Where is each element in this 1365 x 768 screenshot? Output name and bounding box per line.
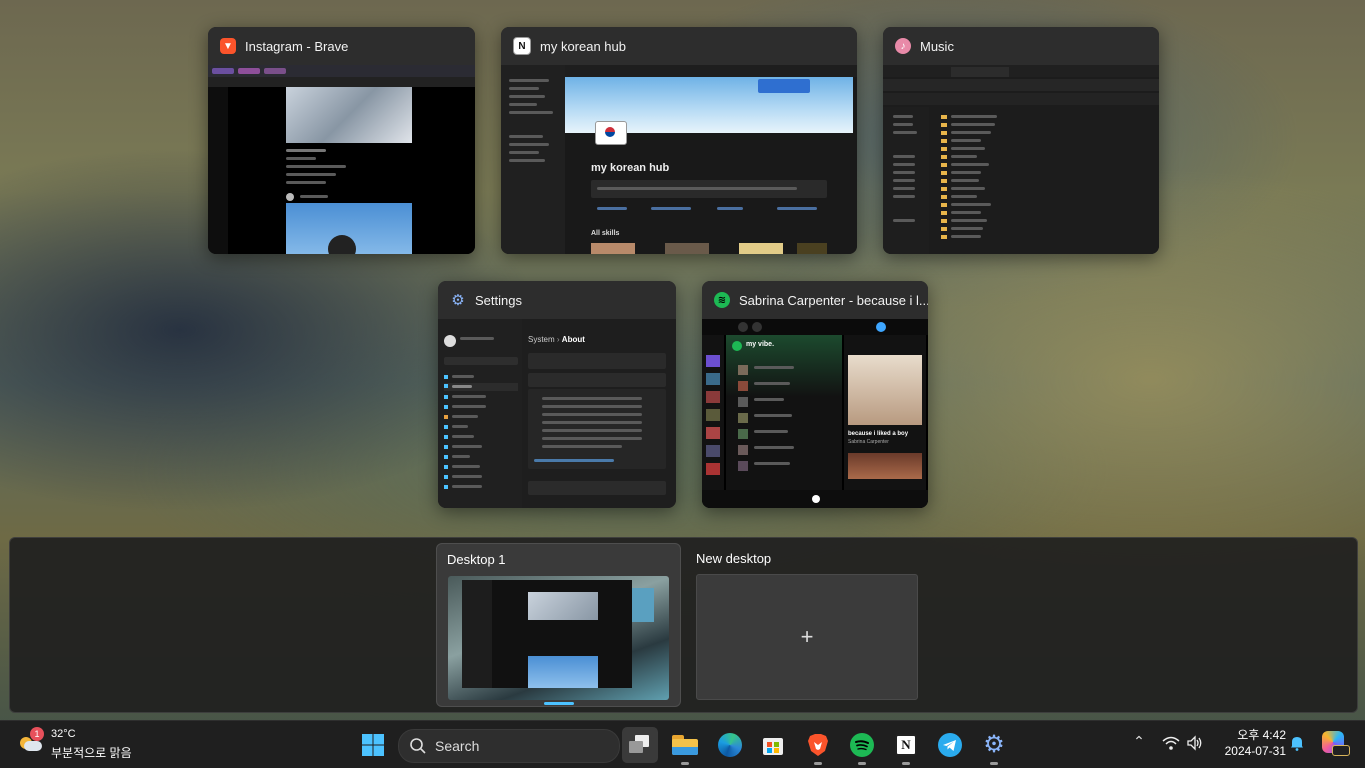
folder-icon bbox=[672, 735, 698, 755]
notion-section-label: All skills bbox=[591, 230, 620, 237]
taskbar-notion[interactable]: N bbox=[888, 727, 924, 765]
window-thumbnail bbox=[883, 65, 1159, 254]
settings-breadcrumb-current: About bbox=[561, 335, 585, 344]
copilot-button[interactable] bbox=[1322, 731, 1350, 757]
window-title: Music bbox=[920, 38, 954, 54]
desktop-1-card[interactable]: Desktop 1 bbox=[436, 543, 681, 707]
weather-widget[interactable]: 1 32°C 부분적으로 맑음 bbox=[16, 727, 156, 763]
bell-icon bbox=[1291, 737, 1303, 751]
weather-desc: 부분적으로 맑음 bbox=[51, 746, 132, 760]
settings-breadcrumb-parent: System bbox=[528, 335, 555, 344]
taskbar-telegram[interactable] bbox=[932, 727, 968, 763]
spotify-artist: Sabrina Carpenter bbox=[848, 439, 889, 445]
window-titlebar: ⚙ Settings bbox=[438, 281, 676, 319]
edge-icon bbox=[718, 733, 742, 757]
spotify-song-title: because i liked a boy bbox=[848, 431, 909, 437]
spotify-logo-icon bbox=[850, 733, 874, 757]
window-thumbnail bbox=[208, 65, 475, 254]
volume-icon bbox=[1187, 735, 1202, 751]
spotify-playlist-title: my vibe. bbox=[746, 341, 775, 348]
search-label: Search bbox=[435, 738, 480, 754]
window-title: my korean hub bbox=[540, 38, 626, 54]
clock[interactable]: 오후 4:42 2024-07-31 bbox=[1214, 727, 1286, 763]
weather-badge: 1 bbox=[30, 727, 44, 741]
weather-temp: 32°C bbox=[51, 728, 76, 740]
copilot-pro-badge bbox=[1332, 745, 1350, 756]
task-view-icon bbox=[629, 735, 651, 755]
window-title: Settings bbox=[475, 292, 522, 308]
desktop-1-preview bbox=[448, 576, 669, 700]
wifi-icon bbox=[1162, 736, 1180, 750]
desktop-1-label: Desktop 1 bbox=[447, 552, 506, 567]
windows-logo-icon bbox=[362, 734, 384, 756]
window-music-explorer[interactable]: ♪ Music bbox=[883, 27, 1159, 254]
window-title: Sabrina Carpenter - because i l... bbox=[739, 292, 928, 308]
task-view-button[interactable] bbox=[622, 727, 658, 763]
taskbar-spotify[interactable] bbox=[844, 727, 880, 765]
new-desktop-card[interactable]: New desktop + bbox=[694, 543, 920, 705]
brave-icon: ▼ bbox=[220, 38, 236, 54]
show-hidden-icons-button[interactable]: ⌃ bbox=[1130, 733, 1148, 753]
network-volume-button[interactable] bbox=[1160, 733, 1208, 755]
window-titlebar: N my korean hub bbox=[501, 27, 857, 65]
search-box[interactable]: Search bbox=[398, 729, 620, 763]
notifications-button[interactable] bbox=[1290, 735, 1306, 753]
new-desktop-button[interactable]: + bbox=[696, 574, 918, 700]
clock-date: 2024-07-31 bbox=[1224, 744, 1286, 758]
window-spotify[interactable]: ≋ Sabrina Carpenter - because i l... my … bbox=[702, 281, 928, 508]
taskbar-edge[interactable] bbox=[712, 727, 748, 763]
settings-gear-icon: ⚙ bbox=[983, 731, 1005, 758]
window-thumbnail: System › About bbox=[438, 319, 676, 508]
chevron-up-icon: ⌃ bbox=[1133, 733, 1145, 749]
clock-time: 오후 4:42 bbox=[1237, 728, 1286, 742]
window-notion[interactable]: N my korean hub my korean hub All skills bbox=[501, 27, 857, 254]
active-desktop-indicator bbox=[544, 702, 574, 705]
spotify-icon: ≋ bbox=[714, 292, 730, 308]
notion-icon: N bbox=[513, 37, 531, 55]
window-settings[interactable]: ⚙ Settings System › About bbox=[438, 281, 676, 508]
window-instagram-brave[interactable]: ▼ Instagram - Brave bbox=[208, 27, 475, 254]
window-thumbnail: my vibe. because i liked a boy Sabrina C… bbox=[702, 319, 928, 508]
new-desktop-label: New desktop bbox=[696, 551, 772, 566]
taskbar-file-explorer[interactable] bbox=[667, 727, 703, 765]
window-titlebar: ≋ Sabrina Carpenter - because i l... bbox=[702, 281, 928, 319]
store-icon bbox=[763, 738, 783, 755]
window-thumbnail: my korean hub All skills bbox=[501, 65, 857, 254]
plus-icon: + bbox=[800, 624, 814, 649]
notion-logo-icon: N bbox=[895, 734, 917, 756]
music-folder-icon: ♪ bbox=[895, 38, 911, 54]
search-icon bbox=[410, 738, 426, 754]
gear-icon: ⚙ bbox=[451, 292, 465, 309]
taskbar-store[interactable] bbox=[755, 727, 791, 763]
taskbar-brave[interactable] bbox=[800, 727, 836, 765]
notion-page-heading: my korean hub bbox=[591, 162, 670, 174]
taskbar-settings[interactable]: ⚙ bbox=[976, 727, 1012, 765]
window-titlebar: ▼ Instagram - Brave bbox=[208, 27, 475, 65]
brave-lion-icon bbox=[808, 734, 828, 756]
virtual-desktops-panel: Desktop 1 New desktop + bbox=[9, 537, 1358, 713]
window-title: Instagram - Brave bbox=[245, 38, 349, 54]
telegram-icon bbox=[938, 733, 962, 757]
window-titlebar: ♪ Music bbox=[883, 27, 1159, 65]
taskbar: 1 32°C 부분적으로 맑음 Search N ⚙ ⌃ 오후 4:42 202… bbox=[0, 720, 1365, 768]
start-button[interactable] bbox=[355, 727, 391, 763]
